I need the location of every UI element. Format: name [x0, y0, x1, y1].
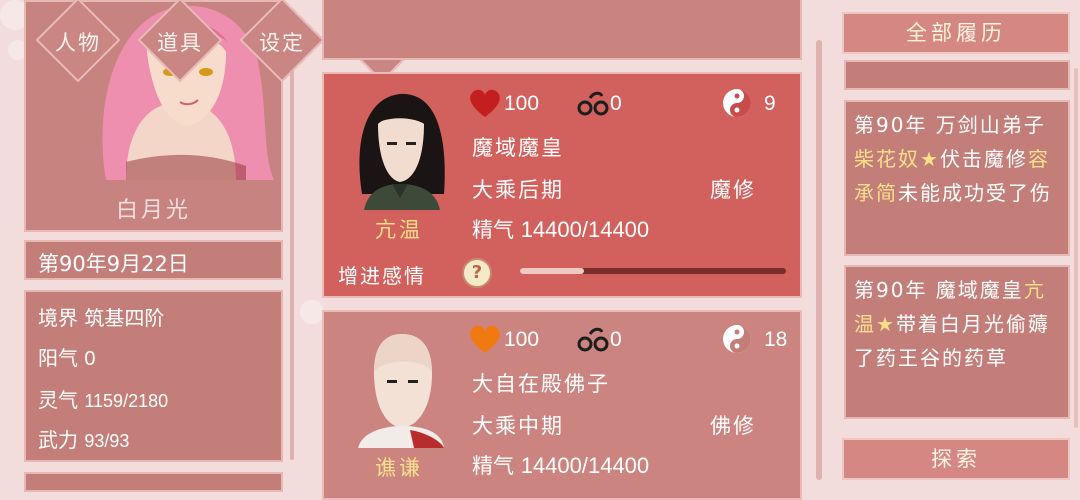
player-stats-panel: 境界 筑基四阶 阳气 0 灵气 1159/2180 武力 93/93: [24, 290, 283, 462]
power-value: 93/93: [84, 431, 130, 451]
npc-hp: 100: [504, 328, 540, 351]
realm-row: 境界 筑基四阶: [38, 302, 164, 331]
npc-sect: 魔修: [710, 178, 756, 202]
yinyang-icon: [723, 89, 751, 117]
spirit-row: 灵气 1159/2180: [38, 384, 168, 413]
handcuffs-icon: [577, 327, 609, 352]
vital-label: 精气: [472, 454, 514, 478]
history-text: 未能成功受了伤: [898, 181, 1052, 205]
spirit-label: 灵气: [38, 388, 78, 412]
yang-row: 阳气 0: [38, 342, 95, 371]
npc-portrait: [358, 334, 444, 448]
right-scrollbar[interactable]: [1074, 68, 1078, 428]
npc-title: 魔域魔皇: [472, 136, 564, 160]
heart-icon-shape: [470, 89, 500, 117]
vital-value: 14400/14400: [520, 217, 650, 242]
npc-name: 亢温: [375, 218, 423, 242]
nav-characters-label[interactable]: 人物: [33, 27, 123, 57]
bg-flower: [300, 300, 324, 324]
affection-bar-fill: [520, 268, 584, 274]
npc-title: 大自在殿佛子: [472, 372, 610, 396]
npc-stage: 大乘中期: [472, 414, 564, 438]
npc-stage: 大乘后期: [472, 178, 564, 202]
realm-label: 境界: [38, 306, 78, 330]
nav-settings-label[interactable]: 设定: [237, 27, 327, 57]
middle-scrollbar[interactable]: [816, 40, 822, 480]
handcuffs-icon: [577, 91, 609, 116]
affection-bar: [520, 268, 786, 274]
npc-card[interactable]: 谯谦 100 0 18 大自在殿佛子 大乘中期 佛修 精气 14400/1440…: [322, 310, 802, 500]
npc-vital: 精气 14400/14400: [472, 450, 649, 480]
nav-items-label[interactable]: 道具: [135, 27, 225, 57]
npc-hp: 100: [504, 92, 540, 115]
heart-icon: [470, 89, 500, 117]
npc-card[interactable]: 亢温 100 0 9 魔域魔皇 大乘后期 魔修 精气 14400/14400 增…: [322, 72, 802, 298]
affection-label: 增进感情: [338, 264, 426, 288]
history-text: 伏击魔修: [939, 147, 1028, 171]
history-entry-partial: [844, 60, 1070, 90]
star-icon: ★: [876, 312, 896, 336]
yang-value: 0: [84, 348, 96, 370]
spirit-value: 1159/2180: [84, 391, 169, 411]
history-entry: 第90年 魔域魔皇亢温★带着白月光偷薅了药王谷的药草: [844, 265, 1070, 419]
power-row: 武力 93/93: [38, 424, 129, 453]
history-text: 第90年 万剑山弟子: [854, 113, 1046, 137]
star-icon: ★: [920, 147, 940, 171]
history-person-name: 柴花奴: [854, 147, 920, 171]
npc-yinyang-value: 18: [764, 328, 788, 351]
affection-help-button[interactable]: ?: [462, 258, 492, 288]
explore-button[interactable]: 探索: [842, 438, 1070, 480]
yinyang-icon: [723, 325, 751, 353]
history-entry: 第90年 万剑山弟子柴花奴★伏击魔修容承简未能成功受了伤: [844, 100, 1070, 256]
vital-label: 精气: [472, 218, 514, 242]
player-name: 白月光: [115, 198, 191, 223]
vital-value: 14400/14400: [520, 453, 650, 478]
power-label: 武力: [38, 428, 78, 452]
history-text: 第90年 魔域魔皇: [854, 278, 1024, 302]
npc-card-partial[interactable]: [322, 0, 802, 60]
realm-value: 筑基四阶: [84, 306, 165, 330]
yang-label: 阳气: [38, 346, 78, 370]
game-date: 第90年9月22日: [38, 252, 189, 276]
npc-cuff-count: 0: [610, 92, 622, 115]
npc-sect: 佛修: [710, 414, 756, 438]
npc-name: 谯谦: [375, 456, 423, 480]
npc-vital: 精气 14400/14400: [472, 214, 649, 244]
left-bottom-panel: [24, 472, 283, 492]
npc-yinyang-value: 9: [764, 92, 776, 115]
left-scrollbar[interactable]: [290, 70, 294, 460]
npc-portrait: [359, 93, 445, 210]
all-history-button[interactable]: 全部履历: [842, 12, 1070, 54]
npc-cuff-count: 0: [610, 328, 622, 351]
date-panel: 第90年9月22日: [24, 240, 283, 280]
heart-icon: [470, 325, 500, 353]
heart-icon-shape: [470, 325, 500, 353]
